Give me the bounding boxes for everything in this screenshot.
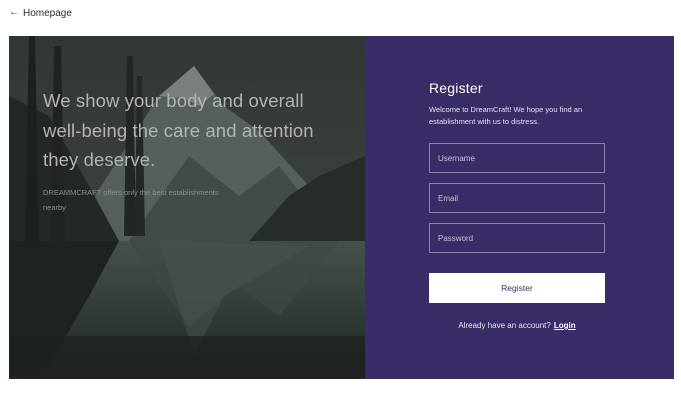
- hero-headline: We show your body and overall well-being…: [43, 90, 314, 170]
- username-input[interactable]: [430, 144, 604, 172]
- back-link-label: Homepage: [23, 7, 72, 19]
- password-input[interactable]: [430, 224, 604, 252]
- hero-subtext: DREAMMCRAFT offers only the best establi…: [43, 187, 219, 212]
- register-form-panel: Register Welcome to DreamCraft! We hope …: [365, 36, 674, 379]
- password-field-wrapper: [429, 223, 605, 253]
- back-to-homepage-link[interactable]: ← Homepage: [9, 6, 72, 20]
- email-input[interactable]: [430, 184, 604, 212]
- hero-text-block: We show your body and overall well-being…: [43, 86, 333, 215]
- hero-image-panel: We show your body and overall well-being…: [9, 36, 365, 379]
- username-field-wrapper: [429, 143, 605, 173]
- arrow-left-icon: ←: [9, 7, 19, 18]
- register-card: We show your body and overall well-being…: [9, 36, 674, 379]
- form-subtitle: Welcome to DreamCraft! We hope you find …: [429, 105, 583, 126]
- login-prompt-text: Already have an account?: [458, 321, 551, 330]
- register-button[interactable]: Register: [429, 273, 605, 303]
- register-form: Register Welcome to DreamCraft! We hope …: [429, 80, 607, 330]
- email-field-wrapper: [429, 183, 605, 213]
- form-title: Register: [429, 80, 483, 96]
- login-prompt-line: Already have an account? Login: [429, 321, 605, 330]
- login-link[interactable]: Login: [554, 321, 576, 330]
